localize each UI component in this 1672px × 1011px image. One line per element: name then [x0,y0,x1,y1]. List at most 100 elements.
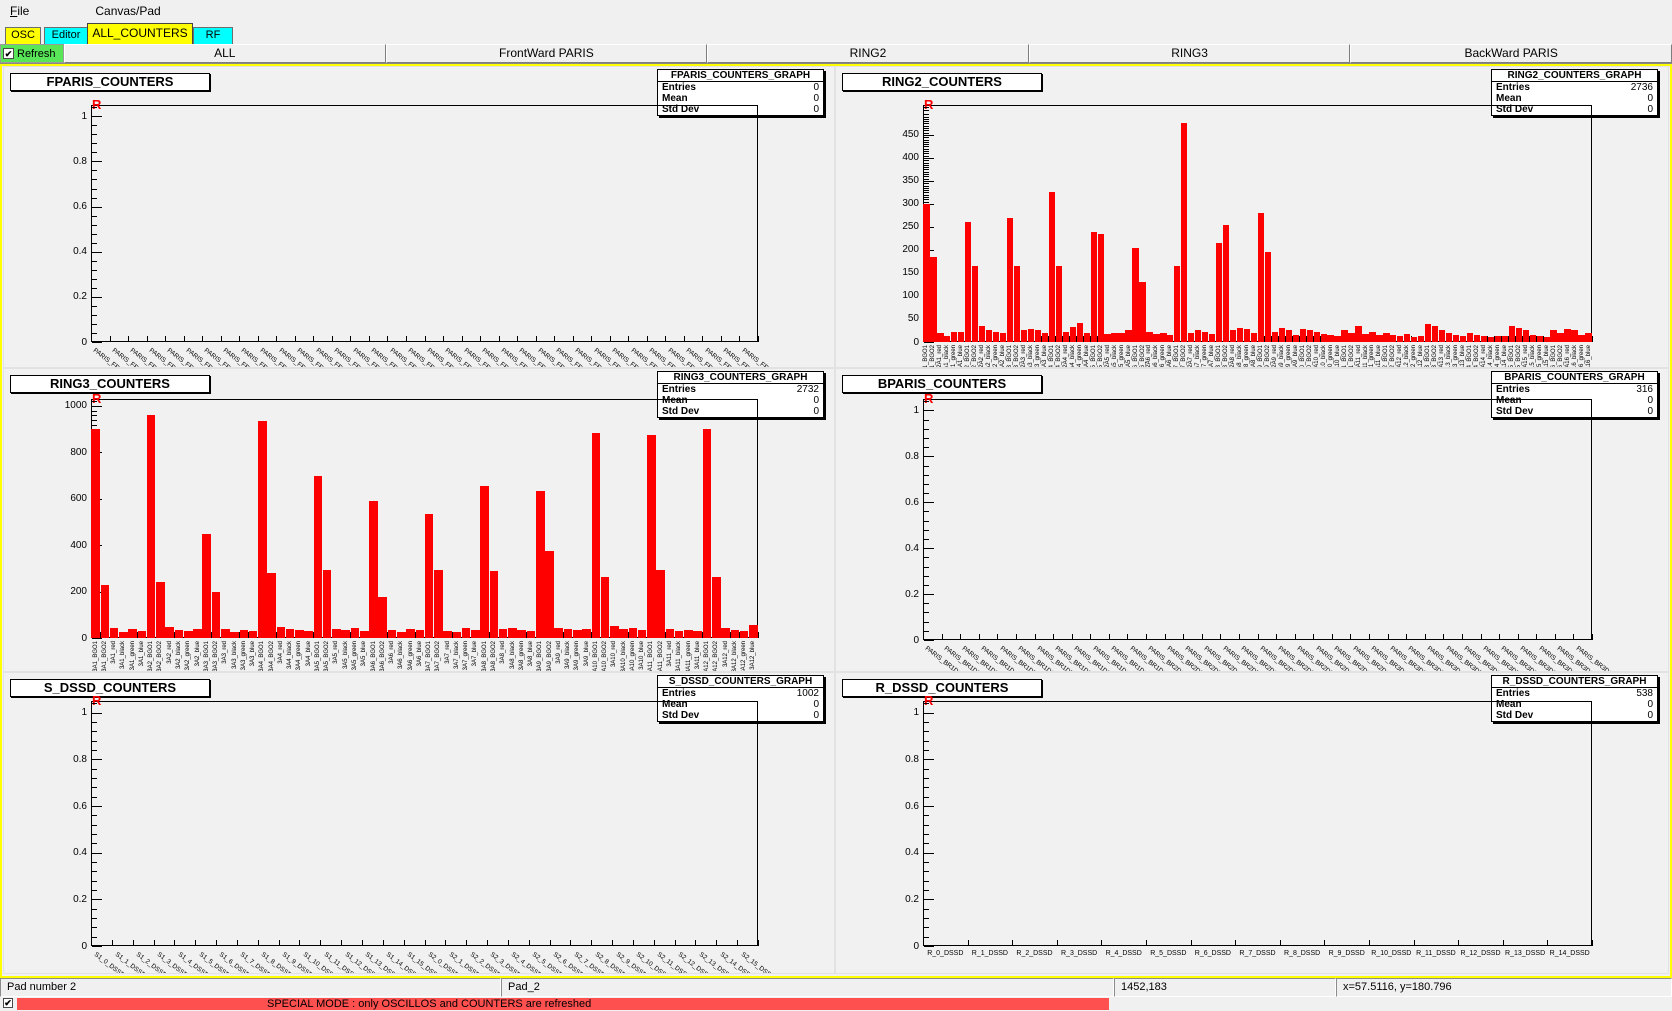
toolbar-button-frontward-paris[interactable]: FrontWard PARIS [386,44,708,63]
pad-bparis_counters[interactable]: BPARIS_COUNTERSBPARIS_COUNTERS_GRAPHEntr… [835,368,1669,672]
histogram-bar [480,486,489,638]
x-tick-label: 3A1_blue [139,641,145,666]
x-tick [320,940,321,946]
pad-title[interactable]: R_DSSD_COUNTERS [842,679,1042,697]
histogram-bar [1104,334,1110,342]
stats-label: Entries [662,688,696,699]
menu-bar: File Canvas/Pad [0,0,1672,22]
x-tick-label: 2A16_green [1579,345,1585,368]
x-tick-label: 2A14_BGO1 [1467,345,1473,368]
pad-title[interactable]: RING2_COUNTERS [842,73,1042,91]
y-minor-tick [924,197,929,198]
histogram-bar [629,628,638,638]
x-tick [1191,940,1192,946]
histogram-bar [972,266,978,342]
x-tick-label: 2A6_black [1153,345,1159,368]
x-tick [1146,940,1147,946]
menu-canvas-pad[interactable]: Canvas/Pad [89,2,166,20]
histogram-bar [1404,334,1410,342]
x-tick [341,940,342,946]
root-canvas[interactable]: FPARIS_COUNTERSFPARIS_COUNTERS_GRAPHEntr… [0,64,1672,978]
plot-frame[interactable] [91,701,758,946]
histogram-bar [258,421,267,638]
x-tick-label: R_5_DSSD [1146,950,1191,957]
x-tick-label: 3A2_green [185,641,191,670]
pad-ring3_counters[interactable]: RING3_COUNTERSRING3_COUNTERS_GRAPHEntrie… [3,368,835,672]
x-tick [216,940,217,946]
histogram-bar [101,585,110,638]
pad-ring2_counters[interactable]: RING2_COUNTERSRING2_COUNTERS_GRAPHEntrie… [835,66,1669,368]
y-minor-tick [92,107,97,108]
toolbar-button-backward-paris[interactable]: BackWard PARIS [1350,44,1672,63]
x-tick [1369,634,1370,640]
pad-corner-letter: R [92,391,101,406]
x-tick [1350,634,1351,640]
y-minor-tick [924,186,929,187]
toolbar-button-ring2[interactable]: RING2 [707,44,1029,63]
histogram-bar [249,631,258,638]
pad-s_dssd_counters[interactable]: S_DSSD_COUNTERS S_DSSD_COUNTERS_GRAPHEntr… [3,672,835,974]
histogram-bar [406,629,415,638]
pad-title[interactable]: BPARIS_COUNTERS [842,375,1042,393]
x-tick [647,336,648,342]
y-tick-label: 0.2 [877,589,919,600]
plot-frame[interactable] [923,701,1592,946]
stats-title: S_DSSD_COUNTERS_GRAPH [658,676,823,688]
x-tick-label: R_8_DSSD [1280,950,1325,957]
y-tick [92,946,102,947]
x-tick [716,940,717,946]
x-tick [276,336,277,342]
tab-rf[interactable]: RF [193,27,233,44]
refresh-checkbox[interactable]: ✔ [3,48,14,59]
x-tick [997,634,998,640]
toolbar-button-all[interactable]: ALL [64,44,386,63]
x-tick-label: 3A6_green [408,641,414,670]
histogram-bar [351,628,360,638]
y-minor-tick [924,622,929,623]
pad-title[interactable]: FPARIS_COUNTERS [10,73,210,91]
x-tick-label: 3A4_blue [306,641,312,666]
y-minor-tick [924,447,929,448]
pad-fparis_counters[interactable]: FPARIS_COUNTERSFPARIS_COUNTERS_GRAPHEntr… [3,66,835,368]
y-minor-tick [924,140,929,141]
special-mode-checkbox[interactable]: ✔ [3,998,13,1008]
y-minor-tick [92,411,97,412]
x-tick [406,336,407,342]
x-tick-label: 2A16_blue [1586,345,1592,368]
x-tick [195,940,196,946]
x-tick [110,336,111,342]
x-tick-label: 3A12_BGO1 [704,641,710,672]
x-tick-label: 2A12_BGO2 [1390,345,1396,368]
menu-file[interactable]: File [4,2,35,20]
x-tick-label: 2A6_BGO2 [1140,345,1146,368]
refresh-cell[interactable]: ✔ Refresh [0,44,64,63]
tab-all_counters[interactable]: ALL_COUNTERS [87,23,193,44]
x-tick-label: 2A3_BGO2 [1014,345,1020,368]
y-tick-label: 450 [877,129,919,140]
y-minor-tick [924,195,929,196]
y-tick [92,161,102,162]
x-tick-label: 2A13_black [1446,345,1452,368]
toolbar-button-ring3[interactable]: RING3 [1029,44,1351,63]
y-tick [92,638,102,639]
pad-title[interactable]: S_DSSD_COUNTERS [10,679,210,697]
x-tick-label: 3A1_red [111,641,117,664]
histogram-bar [1244,329,1250,342]
plot-frame[interactable] [91,105,758,342]
tab-editor[interactable]: Editor [44,27,88,44]
x-tick [1313,634,1314,640]
tab-osc[interactable]: OSC [5,27,41,44]
histogram-bar [462,628,471,638]
y-minor-tick [92,306,97,307]
x-tick-label: 3A8_blue [528,641,534,666]
status-pad-number: Pad number 2 [0,978,501,997]
x-tick [536,336,537,342]
x-tick [1239,634,1240,640]
x-tick-label: 3A2_BGO1 [148,641,154,672]
pad-r_dssd_counters[interactable]: R_DSSD_COUNTERSR_DSSD_COUNTERS_GRAPHEntr… [835,672,1669,974]
x-tick-label: 3A4_red [278,641,284,664]
histogram-bar [1084,333,1090,342]
stats-value: 0 [813,93,819,104]
plot-frame[interactable] [923,399,1592,640]
pad-title[interactable]: RING3_COUNTERS [10,375,210,393]
